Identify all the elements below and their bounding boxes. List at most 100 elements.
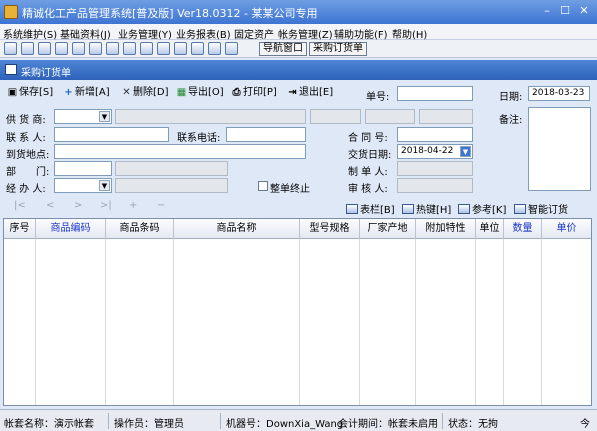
supplier-name-field bbox=[115, 109, 306, 124]
supplier-extra-field-2 bbox=[365, 109, 415, 124]
next-record-button[interactable]: > bbox=[74, 200, 82, 211]
delete-button[interactable]: ✕ 删除[D] bbox=[121, 86, 168, 100]
contact-field[interactable] bbox=[54, 127, 169, 142]
auditor-field bbox=[397, 178, 473, 193]
printer-icon: ⎙ bbox=[232, 87, 241, 98]
status-corner: 今 bbox=[580, 419, 590, 430]
supplier-label: 供 货 商: bbox=[6, 115, 46, 126]
prev-record-button[interactable]: < bbox=[46, 200, 54, 211]
menu-fixed-assets[interactable]: 固定资产 bbox=[234, 26, 274, 41]
document-toolbar: ▣ 保存[S] + 新增[A] ✕ 删除[D] ▦ 导出[O] ⎙ 打印[P] ⇥ 退出[E… bbox=[0, 83, 597, 103]
column-header-spec[interactable]: 型号规格 bbox=[300, 219, 360, 239]
address-field[interactable] bbox=[54, 144, 306, 159]
table-columns-button[interactable]: 表栏[B] bbox=[346, 201, 395, 216]
table-icon bbox=[346, 204, 358, 214]
grid-column-divider bbox=[504, 239, 542, 405]
users-icon[interactable] bbox=[89, 42, 102, 55]
column-header-attributes[interactable]: 附加特性 bbox=[416, 219, 476, 239]
smart-order-icon bbox=[514, 204, 526, 214]
document-icon[interactable] bbox=[38, 42, 51, 55]
column-header-product-code[interactable]: 商品编码 bbox=[36, 219, 106, 239]
chevron-down-icon[interactable]: ▼ bbox=[99, 180, 110, 191]
contract-field[interactable] bbox=[397, 127, 473, 142]
help-icon[interactable] bbox=[208, 42, 221, 55]
chart-icon[interactable] bbox=[72, 42, 85, 55]
delivery-date-field[interactable]: 2018-04-22 ▼ bbox=[397, 144, 473, 159]
grid-column-divider bbox=[4, 239, 36, 405]
form-icon bbox=[5, 64, 17, 75]
auditor-label: 审 核 人: bbox=[348, 184, 388, 195]
menu-tools[interactable]: 辅助功能(F) bbox=[334, 26, 388, 41]
grid-column-divider bbox=[174, 239, 300, 405]
grid-column-divider bbox=[416, 239, 476, 405]
remark-field[interactable] bbox=[528, 107, 591, 191]
last-record-button[interactable]: >| bbox=[100, 200, 112, 211]
save-disk-icon[interactable] bbox=[174, 42, 187, 55]
exit-icon[interactable] bbox=[225, 42, 238, 55]
column-header-price[interactable]: 单价 bbox=[542, 219, 591, 239]
phone-field[interactable] bbox=[226, 127, 306, 142]
maker-label: 制 单 人: bbox=[348, 167, 388, 178]
remove-row-button[interactable]: − bbox=[157, 200, 165, 211]
chevron-down-icon[interactable]: ▼ bbox=[99, 111, 110, 122]
address-label: 到货地点: bbox=[6, 150, 50, 161]
printer-icon[interactable] bbox=[191, 42, 204, 55]
maximize-button[interactable]: ☐ bbox=[557, 4, 573, 19]
export-button[interactable]: ▦ 导出[O] bbox=[176, 86, 224, 100]
reference-button[interactable]: 参考[K] bbox=[458, 201, 506, 216]
menu-help[interactable]: 帮助(H) bbox=[392, 26, 427, 41]
order-number-field[interactable] bbox=[397, 86, 473, 101]
money-icon[interactable] bbox=[106, 42, 119, 55]
menu-reports[interactable]: 业务报表(B) bbox=[176, 26, 231, 41]
remark-label: 备注: bbox=[499, 115, 523, 126]
close-button[interactable]: ✕ bbox=[576, 4, 592, 19]
window-title: 精诚化工产品管理系统[普及版] Ver18.0312 - 某某公司专用 bbox=[22, 7, 318, 20]
column-header-unit[interactable]: 单位 bbox=[476, 219, 504, 239]
grid-column-divider bbox=[36, 239, 106, 405]
status-period: 会计期间：帐套未启用 bbox=[338, 419, 438, 430]
grid-header: 序号 商品编码 商品条码 商品名称 型号规格 厂家产地 附加特性 单位 数量 单… bbox=[4, 219, 591, 239]
minimize-button[interactable]: – bbox=[539, 4, 555, 19]
date-field[interactable]: 2018-03-23 bbox=[528, 86, 590, 101]
save-button[interactable]: ▣ 保存[S] bbox=[7, 86, 53, 100]
supplier-select[interactable]: ▼ bbox=[54, 109, 112, 124]
folder-icon[interactable] bbox=[140, 42, 153, 55]
menu-basic-data[interactable]: 基础资料(J) bbox=[60, 26, 111, 41]
print-button[interactable]: ⎙ 打印[P] bbox=[231, 86, 277, 100]
nav-window-button[interactable]: 导航窗口 bbox=[259, 42, 307, 56]
icon-toolbar: 导航窗口 采购订货单 bbox=[0, 40, 597, 58]
menu-accounts[interactable]: 帐务管理(Z) bbox=[278, 26, 333, 41]
department-field[interactable] bbox=[54, 161, 112, 176]
save-icon: ▣ bbox=[7, 87, 18, 98]
menu-system[interactable]: 系统维护(S) bbox=[3, 26, 57, 41]
list-icon[interactable] bbox=[21, 42, 34, 55]
column-header-index[interactable]: 序号 bbox=[4, 219, 36, 239]
column-header-barcode[interactable]: 商品条码 bbox=[106, 219, 174, 239]
hotkey-button[interactable]: 热键[H] bbox=[402, 201, 451, 216]
column-header-origin[interactable]: 厂家产地 bbox=[360, 219, 416, 239]
column-header-quantity[interactable]: 数量 bbox=[504, 219, 542, 239]
smart-order-button[interactable]: 智能订货 bbox=[514, 201, 568, 216]
exit-button[interactable]: ⇥ 退出[E] bbox=[287, 86, 333, 100]
first-record-button[interactable]: |< bbox=[14, 200, 26, 211]
monitor-icon[interactable] bbox=[55, 42, 68, 55]
handler-label: 经 办 人: bbox=[6, 184, 46, 195]
order-items-grid[interactable]: 序号 商品编码 商品条码 商品名称 型号规格 厂家产地 附加特性 单位 数量 单… bbox=[3, 218, 592, 406]
purchase-order-shortcut-button[interactable]: 采购订货单 bbox=[309, 42, 367, 56]
window-icon[interactable] bbox=[4, 42, 17, 55]
calendar-dropdown-icon[interactable]: ▼ bbox=[460, 146, 471, 157]
people-icon[interactable] bbox=[123, 42, 136, 55]
order-end-checkbox[interactable] bbox=[258, 181, 268, 191]
handler-select[interactable]: ▼ bbox=[54, 178, 112, 193]
document-tab[interactable]: 采购订货单 bbox=[0, 60, 597, 80]
add-button[interactable]: + 新增[A] bbox=[63, 86, 109, 100]
exit-door-icon: ⇥ bbox=[288, 87, 297, 98]
column-header-product-name[interactable]: 商品名称 bbox=[174, 219, 300, 239]
reference-icon bbox=[458, 204, 470, 214]
contract-label: 合 同 号: bbox=[348, 133, 388, 144]
mail-icon[interactable] bbox=[157, 42, 170, 55]
menu-business[interactable]: 业务管理(Y) bbox=[118, 26, 172, 41]
add-row-button[interactable]: + bbox=[129, 200, 137, 211]
delivery-date-label: 交货日期: bbox=[348, 150, 392, 161]
status-separator bbox=[442, 413, 443, 429]
